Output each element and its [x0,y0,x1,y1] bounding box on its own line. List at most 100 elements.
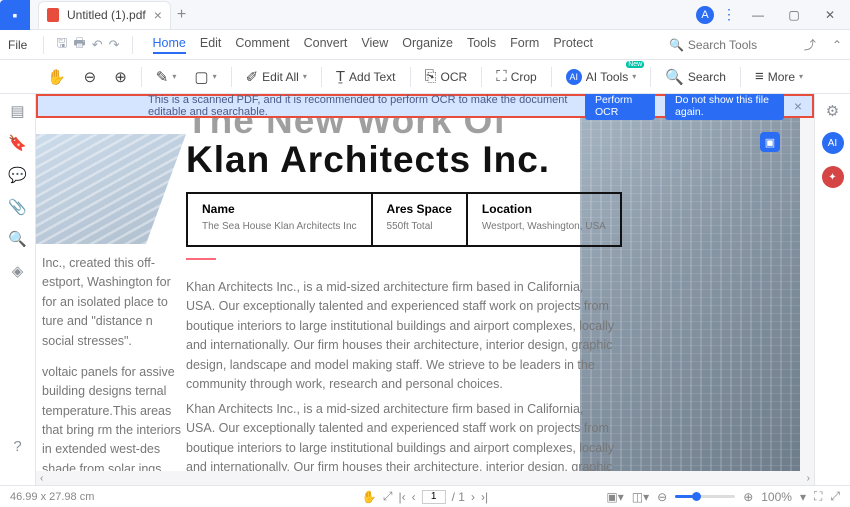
page-number-input[interactable] [422,490,446,504]
properties-icon[interactable]: ⚙ [826,102,839,120]
reading-mode-icon[interactable]: ◫▾ [632,490,649,504]
left-sidebar: ▤ 🔖 💬 📎 🔍 ◈ ? [0,94,36,485]
save-icon[interactable]: 🖫 [56,34,67,56]
layers-icon[interactable]: ◈ [12,262,24,280]
divider [43,36,44,54]
separator [481,67,482,87]
menu-home[interactable]: Home [153,36,186,54]
search-panel-icon[interactable]: 🔍 [8,230,27,248]
zoom-out-icon[interactable]: ⊖ [657,490,667,504]
help-icon[interactable]: ? [13,438,21,455]
close-tab-icon[interactable]: × [154,7,162,23]
undo-icon[interactable]: ↶ [92,37,103,53]
separator [141,67,142,87]
hand-mode-icon[interactable]: ✋ [362,490,377,504]
thumbnails-icon[interactable]: ▤ [10,102,24,120]
share-icon[interactable]: ⤴ [804,36,816,53]
zoom-level[interactable]: 100% [761,490,792,504]
search-input[interactable] [688,38,788,52]
scroll-right-icon[interactable]: › [807,473,810,484]
highlight-button[interactable]: ✎▾ [150,64,183,90]
separator [650,67,651,87]
collapse-ribbon-icon[interactable]: ⌃ [832,38,842,52]
main-menu: Home Edit Comment Convert View Organize … [153,36,593,54]
ai-tools-button[interactable]: AIAI Tools▾New [560,65,642,89]
building-image-left [36,134,186,244]
minimize-button[interactable]: — [744,2,772,28]
crop-button[interactable]: ⛶Crop [490,64,543,89]
text-icon: Ṯ [336,68,345,85]
prev-page-icon[interactable]: ‹ [412,490,416,504]
page-dimensions: 46.99 x 27.98 cm [10,491,94,503]
redo-icon[interactable]: ↷ [109,37,120,53]
ocr-button[interactable]: ⎘OCR [419,64,474,89]
content-badge-icon[interactable]: ▣ [760,132,780,152]
divider [132,36,133,54]
search-button[interactable]: 🔍Search [659,64,732,90]
fit-width-icon[interactable]: ⛶ [814,489,822,504]
menu-view[interactable]: View [361,36,388,54]
zoom-in-icon[interactable]: ⊕ [743,490,753,504]
zoom-in-button[interactable]: ⊕ [108,64,133,90]
search-icon: 🔍 [665,68,684,86]
menu-convert[interactable]: Convert [304,36,348,54]
menu-form[interactable]: Form [510,36,539,54]
kebab-menu-icon[interactable]: ⋮ [722,6,736,23]
document-area: This is a scanned PDF, and it is recomme… [36,94,814,485]
status-bar: 46.99 x 27.98 cm ✋ ⤢ |‹ ‹ / 1 › ›| ▣▾ ◫▾… [0,485,850,507]
search-tools[interactable]: 🔍 [669,38,788,52]
print-icon[interactable]: 🖶 [73,34,85,56]
close-window-button[interactable]: ✕ [816,2,844,28]
edit-all-button[interactable]: ✐Edit All▾ [240,64,313,90]
pdf-icon [47,8,59,22]
menu-edit[interactable]: Edit [200,36,222,54]
side-column-text: Inc., created this off-estport, Washingt… [42,254,182,485]
fit-page-icon[interactable]: ▣▾ [606,490,623,504]
rectangle-icon: ▢ [194,68,208,86]
pdf-page[interactable]: ▣ The New Work Of Klan Architects Inc. N… [36,94,800,485]
scroll-left-icon[interactable]: ‹ [40,473,43,484]
body-paragraph-1: Khan Architects Inc., is a mid-sized arc… [186,278,616,394]
menu-tools[interactable]: Tools [467,36,496,54]
new-tab-button[interactable]: + [177,6,186,24]
ai-assistant-icon[interactable]: AI [822,132,844,154]
separator [410,67,411,87]
add-text-button[interactable]: ṮAdd Text [330,64,402,89]
ai-chat-icon[interactable]: ✦ [822,166,844,188]
file-menu[interactable]: File [8,38,27,52]
document-tab[interactable]: Untitled (1).pdf × [38,1,171,29]
hand-tool-button[interactable]: ✋ [41,64,72,90]
menu-organize[interactable]: Organize [402,36,453,54]
next-page-icon[interactable]: › [471,490,475,504]
perform-ocr-button[interactable]: Perform OCR [585,94,655,120]
zoom-slider[interactable] [675,495,735,498]
dismiss-banner-button[interactable]: Do not show this file again. [665,94,784,120]
info-cell-name: Name The Sea House Klan Architects Inc [188,194,373,245]
last-page-icon[interactable]: ›| [481,490,488,504]
fullscreen-icon[interactable]: ⤢ [830,489,840,504]
comments-icon[interactable]: 💬 [8,166,27,184]
zoom-out-button[interactable]: ⊖ [78,64,103,90]
shape-button[interactable]: ▢▾ [188,64,222,90]
search-icon: 🔍 [669,38,684,52]
vertical-scrollbar[interactable] [800,94,814,485]
maximize-button[interactable]: ▢ [780,2,808,28]
attachments-icon[interactable]: 📎 [8,198,27,216]
menu-comment[interactable]: Comment [235,36,289,54]
close-banner-icon[interactable]: × [794,98,802,114]
hand-icon: ✋ [47,68,66,86]
select-mode-icon[interactable]: ⤢ [383,489,393,504]
accent-line [186,258,216,260]
ai-icon: AI [566,69,582,85]
menu-bar: File 🖫 🖶 ↶ ↷ Home Edit Comment Convert V… [0,30,850,60]
new-badge: New [626,61,644,68]
horizontal-scrollbar[interactable]: ‹ › [36,471,814,485]
crop-icon: ⛶ [496,68,507,85]
first-page-icon[interactable]: |‹ [398,490,405,504]
user-avatar[interactable]: A [696,6,714,24]
info-table: Name The Sea House Klan Architects Inc A… [186,192,622,247]
bookmarks-icon[interactable]: 🔖 [8,134,27,152]
menu-protect[interactable]: Protect [553,36,593,54]
ocr-icon: ⎘ [425,68,437,85]
more-button[interactable]: ≡More▾ [749,64,809,89]
